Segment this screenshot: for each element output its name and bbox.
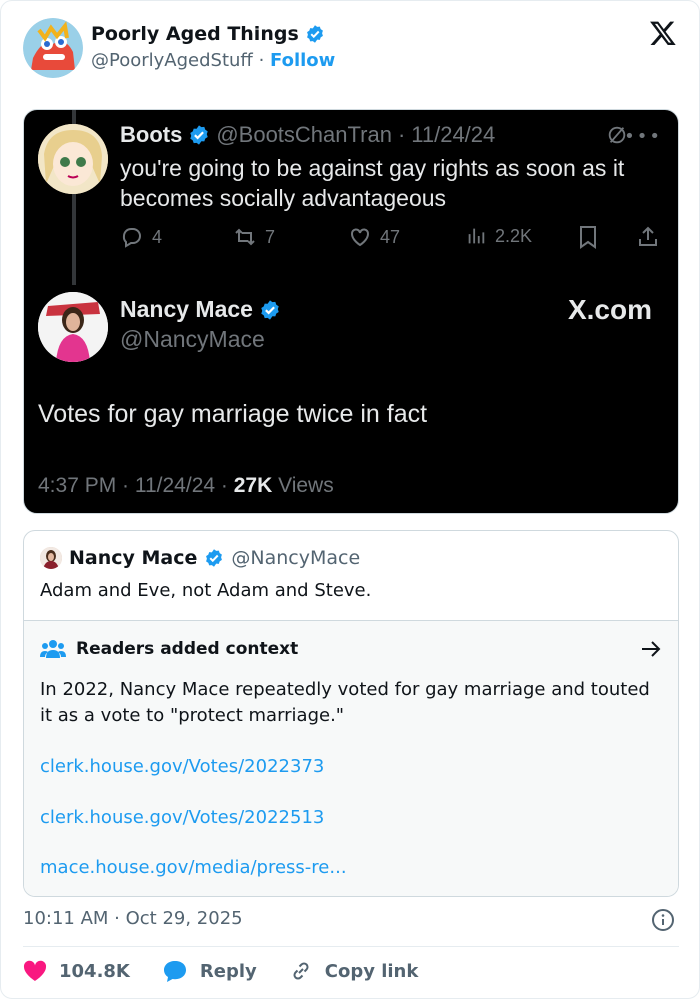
bookmark-icon: [577, 225, 599, 249]
boots-name-row: Boots @BootsChanTran · 11/24/24: [120, 122, 495, 148]
share-icon: [636, 225, 660, 249]
boots-name: Boots: [120, 122, 183, 147]
quoted-post[interactable]: Nancy Mace @NancyMace Adam and Eve, not …: [23, 530, 679, 897]
quoted-author-name: Nancy Mace: [69, 547, 198, 569]
reply-bubble-icon: [163, 961, 186, 982]
notes-header: Readers added context: [40, 638, 298, 660]
nancy-name: Nancy Mace: [120, 296, 253, 322]
boots-date: 11/24/24: [411, 122, 496, 147]
repost-icon: [235, 228, 255, 246]
author-name-row[interactable]: Poorly Aged Things: [91, 23, 325, 45]
info-icon[interactable]: [651, 908, 675, 932]
verified-badge-icon: [206, 549, 223, 567]
views-count: 2.2K: [465, 225, 532, 247]
separator: ·: [258, 50, 265, 71]
nancy-mace-avatar: [38, 292, 108, 362]
reply-label: Reply: [199, 960, 257, 982]
author-handle-row: @PoorlyAgedStuff · Follow: [91, 50, 335, 71]
like-button[interactable]: 104.8K: [23, 960, 130, 982]
boots-action-bar: 4 7 47 2.2K: [120, 225, 670, 253]
reply-count: 4: [120, 225, 162, 249]
nancy-handle: @NancyMace: [120, 326, 265, 352]
reply-button[interactable]: Reply: [162, 959, 257, 983]
note-link-3[interactable]: mace.house.gov/media/press-re...: [40, 857, 347, 878]
boots-tweet-text: you're going to be against gay rights as…: [120, 155, 625, 211]
like-count: 47: [348, 225, 400, 249]
quoted-author-avatar: [40, 547, 62, 569]
community-notes-panel[interactable]: Readers added context In 2022, Nancy Mac…: [24, 620, 678, 896]
nancy-name-row: Nancy Mace: [120, 296, 281, 323]
author-handle[interactable]: @PoorlyAgedStuff: [91, 50, 253, 71]
nancy-tweet-text: Votes for gay marriage twice in fact: [38, 400, 428, 428]
divider: [23, 946, 679, 947]
people-icon: [40, 640, 66, 658]
link-icon: [293, 962, 309, 980]
boots-avatar: [38, 124, 108, 194]
note-link-2[interactable]: clerk.house.gov/Votes/2022513: [40, 807, 324, 828]
copy-link-label: Copy link: [324, 960, 419, 982]
notes-body: In 2022, Nancy Mace repeatedly voted for…: [40, 679, 650, 726]
copy-link-button[interactable]: Copy link: [289, 959, 419, 983]
arrow-right-icon[interactable]: [640, 638, 662, 660]
note-link-1[interactable]: clerk.house.gov/Votes/2022373: [40, 756, 324, 777]
views-icon: [468, 228, 485, 244]
like-count: 104.8K: [59, 960, 130, 982]
verified-badge-icon: [190, 125, 209, 145]
repost-count: 7: [233, 225, 275, 249]
notes-title: Readers added context: [76, 639, 299, 659]
embedded-post-card: Poorly Aged Things @PoorlyAgedStuff · Fo…: [0, 0, 700, 999]
quoted-post-text: Adam and Eve, not Adam and Steve.: [40, 580, 372, 601]
verified-badge-icon: [261, 299, 279, 320]
quoted-author-row: Nancy Mace @NancyMace: [40, 547, 360, 569]
nancy-tweet-meta: 4:37 PM · 11/24/24 · 27K Views: [38, 474, 334, 497]
dot-separator: ·: [397, 122, 406, 147]
heart-icon: [23, 960, 47, 981]
heart-outline-icon: [351, 228, 369, 247]
post-timestamp[interactable]: 10:11 AM · Oct 29, 2025: [23, 908, 243, 929]
post-actions: 104.8K Reply Copy link: [23, 959, 450, 983]
xcom-watermark: X.com: [567, 294, 652, 325]
verified-badge-icon: [306, 25, 323, 43]
x-logo-icon[interactable]: [649, 19, 677, 47]
reply-icon: [122, 228, 141, 248]
boots-handle: @BootsChanTran: [216, 122, 392, 147]
more-icon: •••: [624, 126, 662, 147]
tweet-screenshot-image[interactable]: Boots @BootsChanTran · 11/24/24 ••• you'…: [23, 109, 679, 514]
author-avatar[interactable]: [23, 18, 83, 78]
author-name[interactable]: Poorly Aged Things: [91, 23, 299, 45]
quoted-author-handle: @NancyMace: [231, 547, 361, 569]
follow-link[interactable]: Follow: [270, 50, 335, 71]
